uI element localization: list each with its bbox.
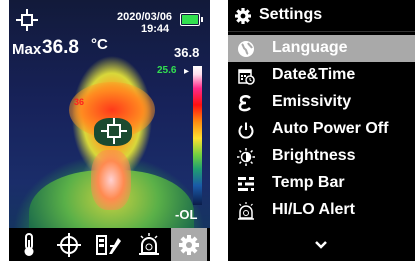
thermal-camera-screen: 2020/03/06 19:44 Max 36.8 °C 36.8 25.6 ▸…: [9, 0, 210, 261]
menu-item-label: Brightness: [272, 147, 356, 164]
scale-min-value: -OL: [175, 207, 198, 222]
epsilon-icon: [238, 95, 251, 112]
menu-item-brightness[interactable]: Brightness: [228, 143, 415, 170]
image-mode-icon: [96, 234, 121, 255]
menu-item-label: Language: [272, 39, 348, 56]
brightness-icon: [237, 148, 255, 166]
thermometer-button[interactable]: [11, 228, 47, 261]
menu-item-label: Temp Bar: [272, 174, 345, 191]
menu-item-date-time[interactable]: Date&Time: [228, 62, 415, 89]
alert-bell-icon: [238, 202, 254, 220]
menu-item-label: HI/LO Alert: [272, 201, 355, 218]
time-display: 19:44: [141, 23, 170, 35]
settings-button[interactable]: [171, 228, 207, 261]
image-mode-button[interactable]: [91, 228, 127, 261]
thermometer-icon: [24, 232, 34, 256]
settings-title: Settings: [259, 6, 323, 23]
date-display: 2020/03/06: [117, 11, 173, 23]
bottom-toolbar: [9, 228, 210, 261]
chevron-down-icon[interactable]: [313, 238, 329, 252]
max-temp-value: 36.8: [42, 37, 79, 58]
alarm-button[interactable]: [131, 228, 167, 261]
globe-icon: [238, 41, 254, 57]
scale-marker-icon: ▸: [184, 66, 189, 77]
alarm-bell-icon: [139, 232, 159, 255]
max-temp-label: Max: [12, 41, 42, 58]
menu-item-language[interactable]: Language: [228, 35, 415, 62]
menu-item-hi-lo-alert[interactable]: HI/LO Alert: [228, 197, 415, 224]
menu-item-label: Auto Power Off: [272, 120, 389, 137]
max-temp-unit: °C: [91, 36, 108, 53]
temperature-color-bar: [193, 66, 202, 205]
battery-icon: [180, 13, 203, 26]
menu-item-emissivity[interactable]: Emissivity: [228, 89, 415, 116]
menu-item-label: Emissivity: [272, 93, 352, 110]
scale-current-value: 25.6: [157, 65, 177, 76]
scale-max-value: 36.8: [174, 45, 200, 60]
thermal-image-neck: [91, 150, 131, 210]
power-icon: [238, 122, 254, 139]
crosshair-button[interactable]: [51, 228, 87, 261]
gear-icon: [235, 8, 251, 24]
divider: [228, 31, 415, 32]
menu-item-auto-power-off[interactable]: Auto Power Off: [228, 116, 415, 143]
settings-screen: Settings Language Date&Time Emissivity A…: [228, 0, 415, 261]
hot-spot-temp: 36: [74, 97, 85, 107]
center-crosshair-icon: [101, 118, 127, 144]
settings-header: Settings: [228, 0, 415, 32]
calendar-clock-icon: [238, 69, 255, 85]
menu-item-temp-bar[interactable]: Temp Bar: [228, 170, 415, 197]
temp-bar-icon: [238, 177, 254, 191]
menu-item-label: Date&Time: [272, 66, 356, 83]
crosshair-icon: [16, 9, 38, 31]
crosshair-icon: [57, 232, 81, 257]
gear-icon: [179, 234, 199, 255]
